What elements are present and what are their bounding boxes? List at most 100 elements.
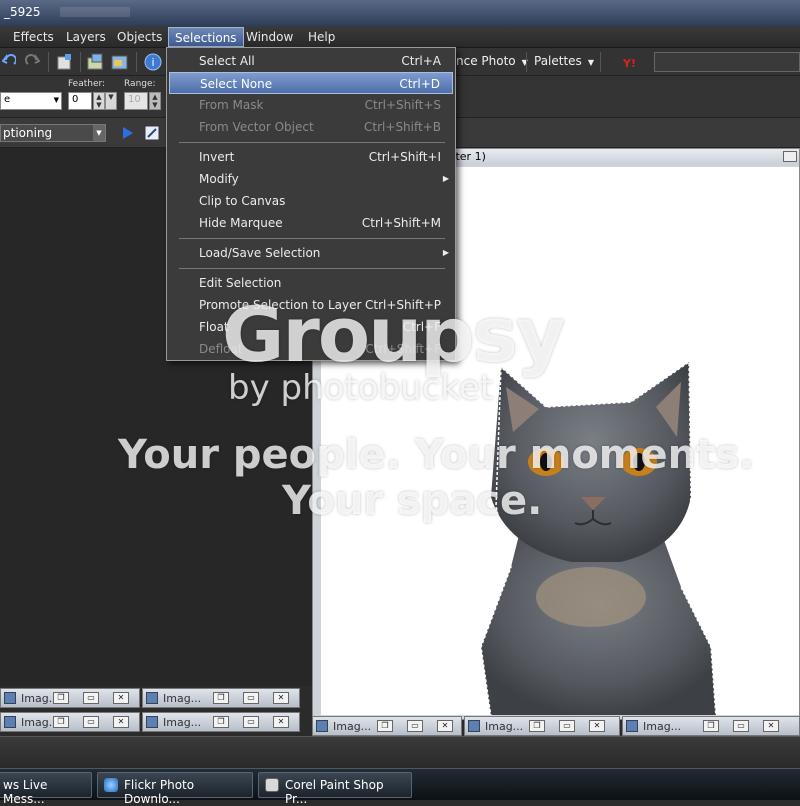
restore-icon[interactable]: ❐	[529, 720, 545, 732]
menu-effects[interactable]: Effects	[13, 30, 54, 44]
maximize-icon[interactable]: ▭	[243, 692, 259, 704]
menu-selections[interactable]: Selections	[168, 27, 244, 47]
restore-icon[interactable]: ❐	[53, 692, 69, 704]
feather-label: Feather:	[68, 79, 106, 89]
menu-item-select-all[interactable]: Select All Ctrl+A	[169, 50, 453, 72]
menu-window[interactable]: Window	[246, 30, 293, 44]
menu-objects[interactable]: Objects	[117, 30, 162, 44]
window-titlebar: _5925	[0, 0, 800, 26]
taskbar-item-paint-shop[interactable]: Corel Paint Shop Pr...	[258, 772, 412, 806]
run-script-icon[interactable]	[118, 123, 138, 143]
address-field[interactable]	[654, 52, 800, 72]
window-title: _5925	[4, 5, 41, 19]
menu-separator	[179, 268, 445, 269]
menu-layers[interactable]: Layers	[66, 30, 106, 44]
palettes-button[interactable]: Palettes ▼	[528, 52, 600, 72]
blurred-title-text	[60, 7, 130, 17]
enhance-photo-button[interactable]: nce Photo ▼	[450, 52, 534, 72]
menu-item-load-save-selection[interactable]: Load/Save Selection ▶	[169, 242, 453, 264]
close-icon[interactable]: ✕	[113, 692, 129, 704]
toolbar-separator	[600, 52, 601, 72]
menu-item-from-vector-object: From Vector Object Ctrl+Shift+B	[199, 120, 441, 134]
minimized-image-tab[interactable]: Imag... ❐ ▭ ✕	[312, 716, 462, 736]
image-icon	[316, 720, 328, 732]
maximize-icon[interactable]: ▭	[83, 716, 99, 728]
menu-item-select-none[interactable]: Select None Ctrl+D	[169, 72, 453, 94]
redo-icon[interactable]	[24, 52, 44, 72]
restore-icon[interactable]: ❐	[53, 716, 69, 728]
watermark-line2: Your space.	[282, 478, 543, 524]
minimized-image-tab[interactable]: Imag... ❐ ▭ ✕	[142, 688, 300, 708]
range-spinner: ▲ ▼	[149, 92, 161, 110]
range-input: 10	[124, 92, 148, 110]
menu-separator	[179, 142, 445, 143]
restore-icon[interactable]: ❐	[703, 720, 719, 732]
maximize-icon[interactable]: ▭	[243, 716, 259, 728]
chevron-down-icon: ▼	[587, 58, 594, 67]
status-bar	[0, 736, 800, 768]
minimize-button[interactable]	[783, 151, 797, 162]
close-icon[interactable]: ✕	[589, 720, 605, 732]
windows-taskbar: ws Live Mess... Flickr Photo Downlo... C…	[0, 768, 800, 806]
toolbar-separator	[526, 52, 527, 72]
maximize-icon[interactable]: ▭	[559, 720, 575, 732]
restore-icon[interactable]: ❐	[213, 692, 229, 704]
info-icon[interactable]: i	[143, 52, 163, 72]
minimized-image-tab[interactable]: Imag... ❐ ▭ ✕	[464, 716, 620, 736]
menu-item-modify[interactable]: Modify ▶	[169, 168, 453, 190]
feather-dropdown-icon[interactable]: ▼	[105, 92, 117, 110]
image-icon	[626, 720, 638, 732]
script-select[interactable]: ptioning ▼	[0, 124, 106, 142]
yahoo-messenger-icon[interactable]: Y!	[620, 52, 640, 72]
maximize-icon[interactable]: ▭	[733, 720, 749, 732]
image-icon	[146, 692, 158, 704]
minimized-image-tab[interactable]: Imag... ❐ ▭ ✕	[0, 688, 140, 708]
new-layer-icon[interactable]	[55, 52, 75, 72]
restore-icon[interactable]: ❐	[213, 716, 229, 728]
image-icon	[146, 716, 158, 728]
feather-input[interactable]: 0	[68, 92, 92, 110]
close-icon[interactable]: ✕	[437, 720, 453, 732]
paint-shop-icon	[265, 778, 279, 792]
taskbar-item-flickr[interactable]: Flickr Photo Downlo...	[97, 772, 253, 806]
image-icon	[4, 692, 16, 704]
ie-icon	[104, 778, 118, 792]
maximize-icon[interactable]: ▭	[407, 720, 423, 732]
maximize-icon[interactable]: ▭	[83, 692, 99, 704]
chevron-down-icon: ▼	[93, 125, 105, 141]
minimized-image-tab[interactable]: Imag... ❐ ▭ ✕	[142, 712, 300, 732]
menu-item-hide-marquee[interactable]: Hide Marquee Ctrl+Shift+M	[169, 212, 453, 234]
menu-item-invert[interactable]: Invert Ctrl+Shift+I	[169, 146, 453, 168]
browse-icon[interactable]	[86, 52, 106, 72]
edit-script-icon[interactable]	[142, 123, 162, 143]
selection-mode-dropdown[interactable]: e ▼	[0, 92, 62, 110]
watermark-byline: by photobucket	[228, 368, 494, 408]
toolbar-separator	[48, 52, 49, 72]
undo-icon[interactable]	[1, 52, 17, 72]
close-icon[interactable]: ✕	[273, 692, 289, 704]
menu-bar: Effects Layers Objects Selections Window…	[0, 26, 800, 48]
restore-icon[interactable]: ❐	[377, 720, 393, 732]
watermark-line1: Your people. Your moments.	[118, 432, 755, 478]
close-icon[interactable]: ✕	[763, 720, 779, 732]
menu-help[interactable]: Help	[308, 30, 335, 44]
close-icon[interactable]: ✕	[273, 716, 289, 728]
menu-separator	[179, 238, 445, 239]
image-icon	[468, 720, 480, 732]
photo-tray-icon[interactable]	[110, 52, 130, 72]
range-label: Range:	[124, 79, 156, 89]
feather-spinner[interactable]: ▲ ▼	[93, 92, 105, 110]
svg-text:i: i	[151, 56, 154, 69]
cat-photo	[480, 360, 717, 715]
close-icon[interactable]: ✕	[113, 716, 129, 728]
taskbar-item-live-messenger[interactable]: ws Live Mess...	[0, 772, 92, 806]
svg-text:Y!: Y!	[622, 57, 636, 70]
toolbar-separator	[80, 52, 81, 72]
menu-item-clip-to-canvas[interactable]: Clip to Canvas	[169, 190, 453, 212]
menu-item-from-mask: From Mask Ctrl+Shift+S	[199, 98, 441, 112]
minimized-image-tab[interactable]: Imag... ❐ ▭ ✕	[622, 716, 800, 736]
chevron-down-icon: ▼	[53, 96, 59, 104]
image-icon	[4, 716, 16, 728]
toolbar-separator	[136, 52, 137, 72]
minimized-image-tab[interactable]: Imag... ❐ ▭ ✕	[0, 712, 140, 732]
